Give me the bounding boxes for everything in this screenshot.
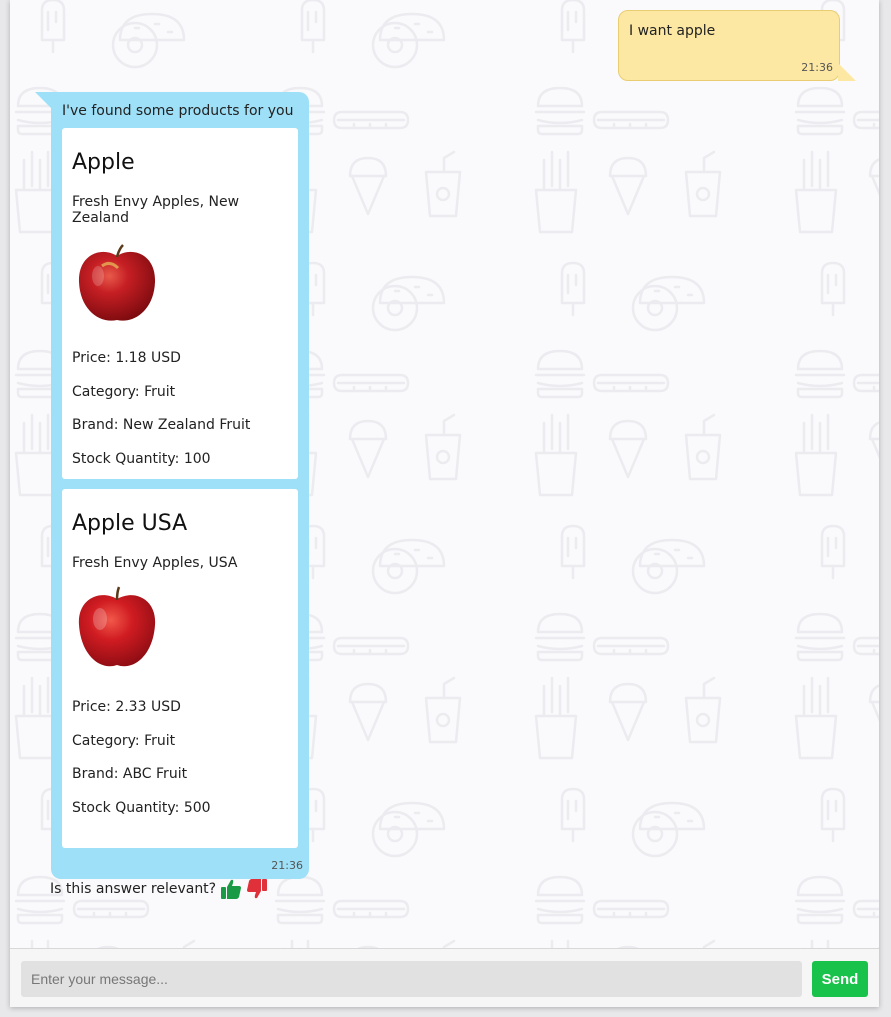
thumbs-down-icon[interactable] — [246, 878, 268, 900]
apple-image — [78, 586, 156, 667]
user-message-text: I want apple — [629, 23, 716, 39]
product-brand: Brand: New Zealand Fruit — [72, 417, 251, 433]
bot-message: I've found some products for you Apple F… — [35, 92, 309, 879]
message-timestamp: 21:36 — [801, 61, 833, 74]
product-price: Price: 2.33 USD — [72, 699, 181, 715]
message-composer: Send — [10, 948, 879, 1007]
user-message: I want apple 21:36 — [618, 10, 857, 82]
product-price: Price: 1.18 USD — [72, 350, 181, 366]
product-stock: Stock Quantity: 100 — [72, 450, 211, 467]
chat-window: I want apple 21:36 I've found some produ… — [10, 0, 879, 1007]
message-timestamp: 21:36 — [271, 859, 303, 872]
product-name: Apple USA — [72, 511, 188, 536]
product-category: Category: Fruit — [72, 732, 176, 749]
product-card[interactable]: Apple USA Fresh Envy Apples, USA Price: — [62, 489, 298, 848]
send-button[interactable]: Send — [812, 961, 868, 997]
product-category: Category: Fruit — [72, 383, 176, 400]
product-name: Apple — [72, 150, 135, 175]
product-stock: Stock Quantity: 500 — [72, 799, 211, 816]
message-list[interactable]: I want apple 21:36 I've found some produ… — [10, 0, 879, 948]
bubble-tail — [838, 63, 856, 81]
product-card[interactable]: Apple Fresh Envy Apples, New Zealand Pri… — [62, 128, 298, 479]
product-description: Fresh Envy Apples, USA — [72, 555, 238, 571]
relevance-feedback: Is this answer relevant? — [50, 878, 268, 900]
apple-image — [78, 244, 156, 321]
bubble-tail — [35, 92, 51, 108]
message-input[interactable] — [21, 961, 802, 997]
bot-message-text: I've found some products for you — [62, 103, 294, 119]
product-brand: Brand: ABC Fruit — [72, 766, 188, 782]
feedback-question: Is this answer relevant? — [50, 881, 217, 897]
product-description: Fresh Envy Apples, New Zealand — [72, 194, 240, 226]
thumbs-up-icon[interactable] — [220, 878, 242, 900]
